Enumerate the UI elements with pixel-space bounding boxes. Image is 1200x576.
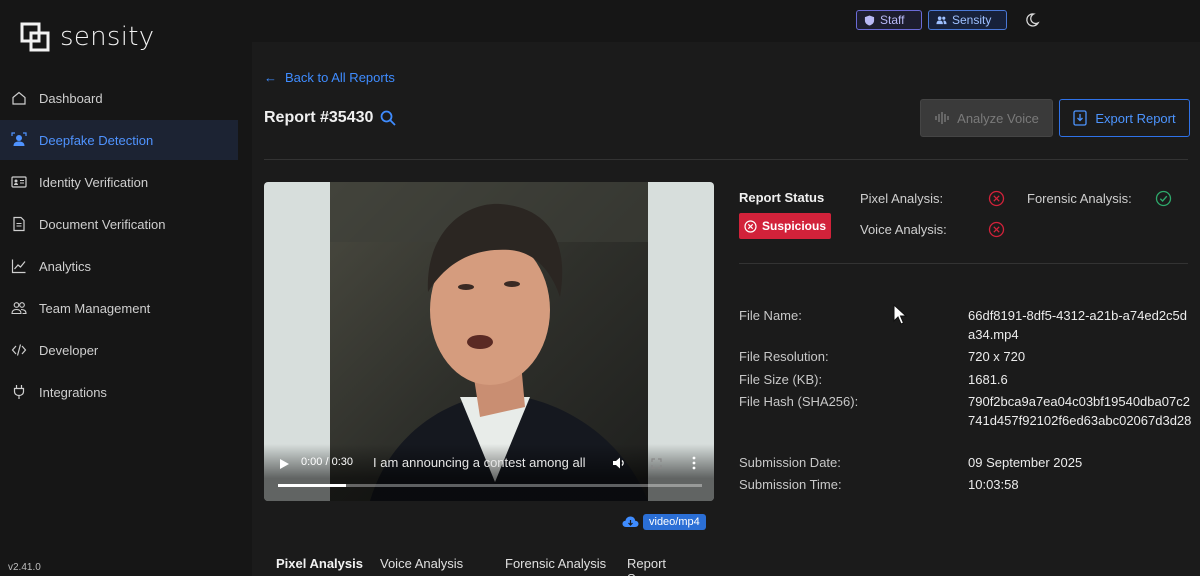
page-title: Report #35430 — [264, 109, 397, 127]
app-name: sensity — [60, 22, 155, 52]
staff-badge-label: Staff — [880, 13, 905, 27]
file-name-label: File Name: — [739, 308, 802, 323]
sidebar-item-analytics[interactable]: Analytics — [0, 246, 238, 286]
team-badge[interactable]: Sensity — [928, 10, 1007, 30]
file-size-value: 1681.6 — [968, 372, 1008, 387]
export-report-button[interactable]: Export Report — [1059, 99, 1190, 137]
sensity-logo-icon — [20, 22, 50, 52]
play-icon[interactable] — [278, 458, 290, 470]
sidebar-item-dashboard[interactable]: Dashboard — [0, 78, 238, 118]
back-to-reports-link[interactable]: ← Back to All Reports — [264, 70, 395, 85]
sidebar-item-document-verification[interactable]: Document Verification — [0, 204, 238, 244]
analyze-voice-label: Analyze Voice — [957, 110, 1039, 126]
submission-date-value: 09 September 2025 — [968, 455, 1083, 470]
file-size-label: File Size (KB): — [739, 372, 823, 387]
user-scan-icon — [11, 132, 27, 146]
video-controls: 0:00 / 0:30 I am announcing a contest am… — [264, 444, 714, 501]
sidebar-item-identity-verification[interactable]: Identity Verification — [0, 162, 238, 202]
sidebar-item-label: Integrations — [39, 384, 107, 400]
moon-icon[interactable] — [1024, 12, 1040, 28]
mouse-cursor-icon — [893, 304, 908, 325]
sidebar-item-label: Team Management — [39, 300, 151, 316]
main-content: ← Back to All Reports Report #35430 Anal… — [252, 42, 1200, 576]
voice-analysis-label: Voice Analysis: — [860, 222, 947, 237]
app-version: v2.41.0 — [8, 562, 41, 573]
sidebar-item-label: Developer — [39, 342, 99, 358]
team-badge-label: Sensity — [952, 13, 992, 27]
analyze-voice-button[interactable]: Analyze Voice — [920, 99, 1053, 137]
video-progress-bar[interactable] — [278, 484, 702, 487]
sidebar-item-deepfake-detection[interactable]: Deepfake Detection — [0, 120, 238, 160]
home-icon — [12, 91, 26, 105]
cloud-download-icon[interactable] — [622, 515, 639, 529]
sidebar-item-label: Dashboard — [39, 90, 103, 106]
sidebar-item-label: Identity Verification — [39, 174, 149, 190]
tab-report-summary[interactable]: Report Summary — [627, 556, 724, 576]
sidebar-item-developer[interactable]: Developer — [0, 330, 238, 370]
video-caption: I am announcing a contest among all — [373, 455, 586, 470]
file-hash-value: 790f2bca9a7ea04c03bf19540dba07c2741d457f… — [968, 394, 1192, 428]
plug-icon — [13, 385, 25, 399]
submission-time-label: Submission Time: — [739, 477, 842, 492]
sidebar-item-integrations[interactable]: Integrations — [0, 372, 238, 412]
x-circle-icon — [988, 190, 1005, 207]
video-timecode: 0:00 / 0:30 — [301, 456, 353, 468]
volume-icon[interactable] — [612, 456, 626, 470]
video-progress-fill — [278, 484, 346, 487]
team-icon — [11, 302, 27, 315]
waveform-icon — [935, 112, 949, 124]
file-name-value: 66df8191-8df5-4312-a21b-a74ed2c5da34.mp4 — [968, 308, 1188, 342]
sidebar-item-label: Document Verification — [39, 216, 166, 232]
users-icon — [936, 15, 947, 24]
tab-voice-analysis[interactable]: Voice Analysis — [380, 556, 463, 571]
file-hash-label: File Hash (SHA256): — [739, 394, 859, 409]
shield-icon — [864, 14, 875, 26]
search-icon[interactable] — [379, 109, 397, 127]
arrow-left-icon: ← — [264, 70, 277, 85]
x-circle-icon — [988, 221, 1005, 238]
document-icon — [13, 216, 25, 232]
tab-pixel-analysis[interactable]: Pixel Analysis — [276, 556, 363, 571]
check-circle-icon — [1155, 190, 1172, 207]
chart-line-icon — [11, 259, 26, 274]
tab-forensic-analysis[interactable]: Forensic Analysis — [505, 556, 606, 571]
more-options-icon[interactable] — [691, 456, 697, 470]
x-circle-icon — [744, 219, 757, 233]
file-resolution-label: File Resolution: — [739, 349, 829, 364]
mime-type-indicator: video/mp4 — [622, 514, 706, 530]
status-divider — [739, 263, 1188, 264]
analysis-tabs: Pixel Analysis Voice Analysis Forensic A… — [264, 556, 724, 576]
staff-badge[interactable]: Staff — [856, 10, 922, 30]
id-card-icon — [11, 176, 27, 188]
submission-date-label: Submission Date: — [739, 455, 841, 470]
forensic-analysis-label: Forensic Analysis: — [1027, 191, 1132, 206]
report-title-text: Report #35430 — [264, 109, 374, 126]
sidebar-item-label: Analytics — [39, 258, 92, 274]
sidebar-item-team-management[interactable]: Team Management — [0, 288, 238, 328]
report-status-label: Report Status — [739, 190, 825, 205]
export-report-label: Export Report — [1095, 110, 1176, 126]
pixel-analysis-label: Pixel Analysis: — [860, 191, 944, 206]
header-divider — [264, 159, 1188, 160]
app-logo[interactable]: sensity — [20, 22, 154, 52]
export-file-icon — [1073, 110, 1088, 126]
status-badge: Suspicious — [739, 213, 831, 239]
code-icon — [11, 344, 27, 356]
video-player[interactable]: 0:00 / 0:30 I am announcing a contest am… — [264, 182, 714, 501]
sidebar-item-label: Deepfake Detection — [39, 132, 154, 148]
submission-time-value: 10:03:58 — [968, 477, 1019, 492]
top-bar: Staff Sensity — [0, 0, 1200, 42]
file-resolution-value: 720 x 720 — [968, 349, 1026, 364]
status-badge-label: Suspicious — [761, 219, 826, 233]
fullscreen-icon[interactable] — [651, 458, 662, 469]
back-link-label: Back to All Reports — [285, 70, 395, 85]
mime-type-badge: video/mp4 — [643, 514, 706, 530]
